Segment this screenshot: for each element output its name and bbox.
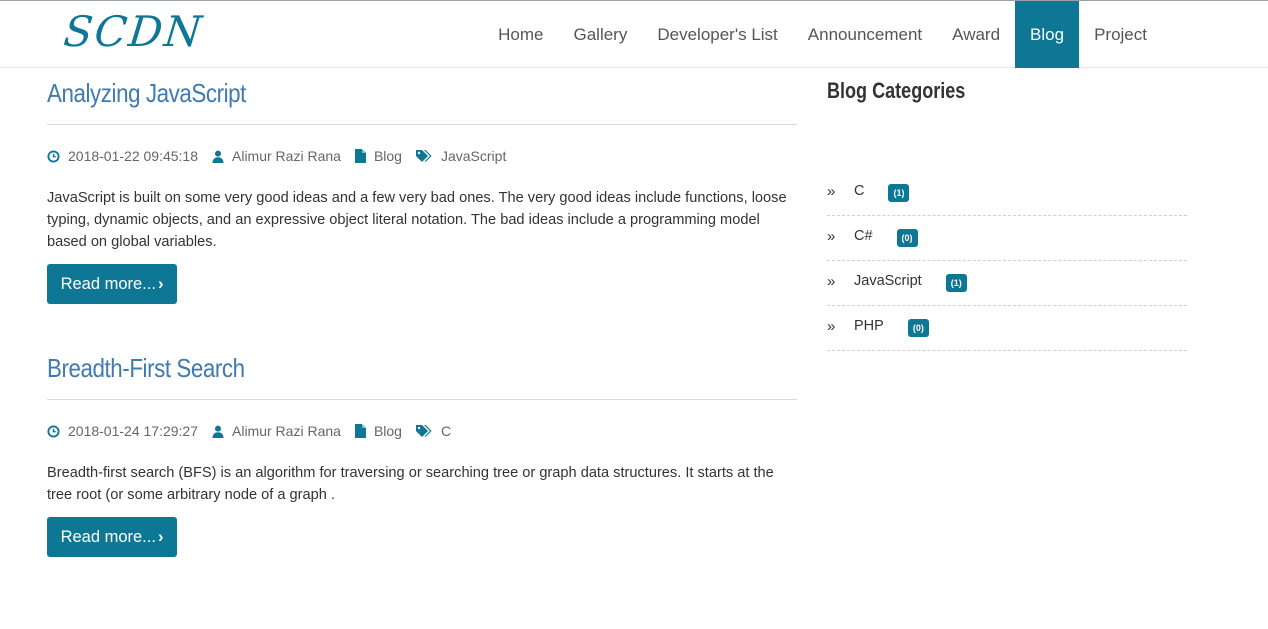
nav-home[interactable]: Home xyxy=(483,1,558,68)
chevron-right-icon: › xyxy=(157,527,164,546)
post-section: Blog xyxy=(354,148,402,164)
post-title[interactable]: Breadth-First Search xyxy=(47,353,692,384)
post-date: 2018-01-22 09:45:18 xyxy=(47,148,198,164)
blog-post: Breadth-First Search 2018-01-24 17:29:27… xyxy=(47,353,797,557)
post-author: Alimur Razi Rana xyxy=(212,423,341,439)
post-author: Alimur Razi Rana xyxy=(212,148,341,164)
user-icon xyxy=(212,425,224,438)
read-more-button[interactable]: Read more... › xyxy=(47,264,177,304)
category-item-php[interactable]: » PHP (0) xyxy=(827,306,1187,351)
blog-post: Analyzing JavaScript 2018-01-22 09:45:18… xyxy=(47,78,797,304)
count-badge: (0) xyxy=(896,229,918,247)
clock-icon xyxy=(47,149,60,163)
post-date: 2018-01-24 17:29:27 xyxy=(47,423,198,439)
nav-gallery[interactable]: Gallery xyxy=(559,1,643,68)
tags-icon xyxy=(415,149,432,162)
category-item-javascript[interactable]: » JavaScript (1) xyxy=(827,261,1187,306)
chevron-right-icon: › xyxy=(157,274,164,293)
navbar: SCDN Home Gallery Developer's List Annou… xyxy=(0,1,1268,68)
sidebar-title: Blog Categories xyxy=(827,78,966,103)
double-chevron-right-icon: » xyxy=(827,182,836,200)
clock-icon xyxy=(47,424,60,438)
nav-developers-list[interactable]: Developer's List xyxy=(642,1,792,68)
category-item-c[interactable]: » C (1) xyxy=(827,171,1187,216)
post-title[interactable]: Analyzing JavaScript xyxy=(47,78,692,109)
nav-award[interactable]: Award xyxy=(937,1,1015,68)
post-section: Blog xyxy=(354,423,402,439)
double-chevron-right-icon: » xyxy=(827,227,836,245)
double-chevron-right-icon: » xyxy=(827,317,836,335)
count-badge: (0) xyxy=(907,319,929,337)
post-meta: 2018-01-24 17:29:27 Alimur Razi Rana Blo… xyxy=(47,423,465,439)
file-icon xyxy=(354,424,366,438)
tags-icon xyxy=(415,424,432,437)
nav-blog[interactable]: Blog xyxy=(1015,1,1080,68)
post-excerpt: JavaScript is built on some very good id… xyxy=(47,190,787,250)
category-item-csharp[interactable]: » C# (0) xyxy=(827,216,1187,261)
read-more-button[interactable]: Read more... › xyxy=(47,517,177,557)
nav-project[interactable]: Project xyxy=(1079,1,1162,68)
count-badge: (1) xyxy=(888,184,910,202)
post-meta: 2018-01-22 09:45:18 Alimur Razi Rana Blo… xyxy=(47,148,520,164)
nav-announcement[interactable]: Announcement xyxy=(793,1,937,68)
site-logo[interactable]: SCDN xyxy=(61,7,205,56)
post-divider xyxy=(47,399,797,400)
main-nav: Home Gallery Developer's List Announceme… xyxy=(483,1,1162,68)
user-icon xyxy=(212,150,224,163)
post-tag: JavaScript xyxy=(415,148,506,164)
post-divider xyxy=(47,124,797,125)
category-list: » C (1) » C# (0) » JavaScript (1) » PHP … xyxy=(827,171,1187,351)
post-tag: C xyxy=(415,423,451,439)
post-excerpt: Breadth-first search (BFS) is an algorit… xyxy=(47,465,774,503)
file-icon xyxy=(354,149,366,163)
double-chevron-right-icon: » xyxy=(827,272,836,290)
count-badge: (1) xyxy=(945,274,967,292)
